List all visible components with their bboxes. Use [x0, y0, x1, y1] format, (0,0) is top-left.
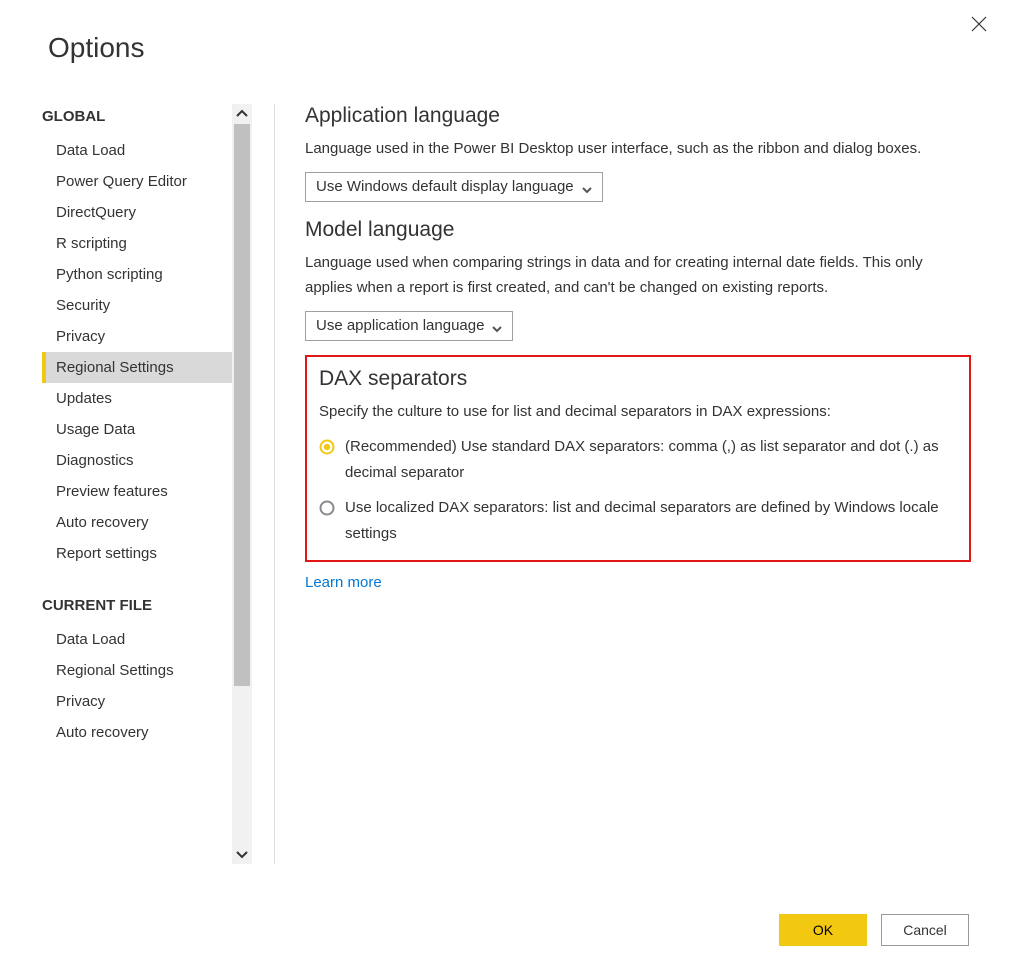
dialog-footer: OK Cancel [779, 914, 969, 946]
select-value-label: Use application language [316, 317, 484, 334]
sidebar-item-preview-features[interactable]: Preview features [42, 476, 232, 507]
sidebar-item-report-settings[interactable]: Report settings [42, 538, 232, 569]
model-language-description: Language used when comparing strings in … [305, 250, 971, 301]
application-language-description: Language used in the Power BI Desktop us… [305, 136, 971, 162]
sidebar-item-privacy[interactable]: Privacy [42, 321, 232, 352]
sidebar-item-usage-data[interactable]: Usage Data [42, 414, 232, 445]
dax-description: Specify the culture to use for list and … [319, 399, 957, 425]
dax-heading: DAX separators [319, 367, 957, 391]
cancel-button[interactable]: Cancel [881, 914, 969, 946]
model-language-heading: Model language [305, 218, 971, 242]
sidebar-item-regional-settings[interactable]: Regional Settings [42, 655, 232, 686]
learn-more-link[interactable]: Learn more [305, 574, 971, 591]
dax-option-recommended[interactable]: (Recommended) Use standard DAX separator… [319, 434, 957, 485]
sidebar-scrollbar[interactable] [232, 104, 252, 864]
sidebar-item-auto-recovery[interactable]: Auto recovery [42, 717, 232, 748]
content-pane: Application language Language used in th… [275, 104, 1011, 864]
sidebar-item-data-load[interactable]: Data Load [42, 135, 232, 166]
close-icon[interactable] [969, 14, 989, 34]
sidebar-item-directquery[interactable]: DirectQuery [42, 197, 232, 228]
model-language-select[interactable]: Use application language [305, 311, 513, 341]
application-language-select[interactable]: Use Windows default display language [305, 172, 603, 202]
sidebar-item-diagnostics[interactable]: Diagnostics [42, 445, 232, 476]
sidebar-item-python-scripting[interactable]: Python scripting [42, 259, 232, 290]
chevron-down-icon [582, 182, 592, 192]
sidebar-item-regional-settings[interactable]: Regional Settings [42, 352, 232, 383]
dax-separators-section: DAX separators Specify the culture to us… [305, 355, 971, 563]
scroll-track[interactable] [232, 124, 252, 844]
chevron-down-icon [492, 321, 502, 331]
scroll-down-icon[interactable] [232, 844, 252, 864]
sidebar-item-security[interactable]: Security [42, 290, 232, 321]
radio-label: Use localized DAX separators: list and d… [345, 495, 957, 546]
sidebar-item-updates[interactable]: Updates [42, 383, 232, 414]
radio-label: (Recommended) Use standard DAX separator… [345, 434, 957, 485]
sidebar-section-header: CURRENT FILE [42, 593, 232, 624]
radio-unselected-icon [319, 499, 335, 515]
radio-selected-icon [319, 438, 335, 454]
application-language-heading: Application language [305, 104, 971, 128]
sidebar-item-privacy[interactable]: Privacy [42, 686, 232, 717]
select-value-label: Use Windows default display language [316, 178, 574, 195]
dialog-title: Options [0, 0, 1011, 64]
sidebar-item-power-query-editor[interactable]: Power Query Editor [42, 166, 232, 197]
sidebar: GLOBALData LoadPower Query EditorDirectQ… [42, 104, 232, 864]
sidebar-section-header: GLOBAL [42, 104, 232, 135]
sidebar-item-auto-recovery[interactable]: Auto recovery [42, 507, 232, 538]
sidebar-item-data-load[interactable]: Data Load [42, 624, 232, 655]
sidebar-item-r-scripting[interactable]: R scripting [42, 228, 232, 259]
ok-button[interactable]: OK [779, 914, 867, 946]
scroll-thumb[interactable] [234, 124, 250, 686]
scroll-up-icon[interactable] [232, 104, 252, 124]
dax-option-localized[interactable]: Use localized DAX separators: list and d… [319, 495, 957, 546]
